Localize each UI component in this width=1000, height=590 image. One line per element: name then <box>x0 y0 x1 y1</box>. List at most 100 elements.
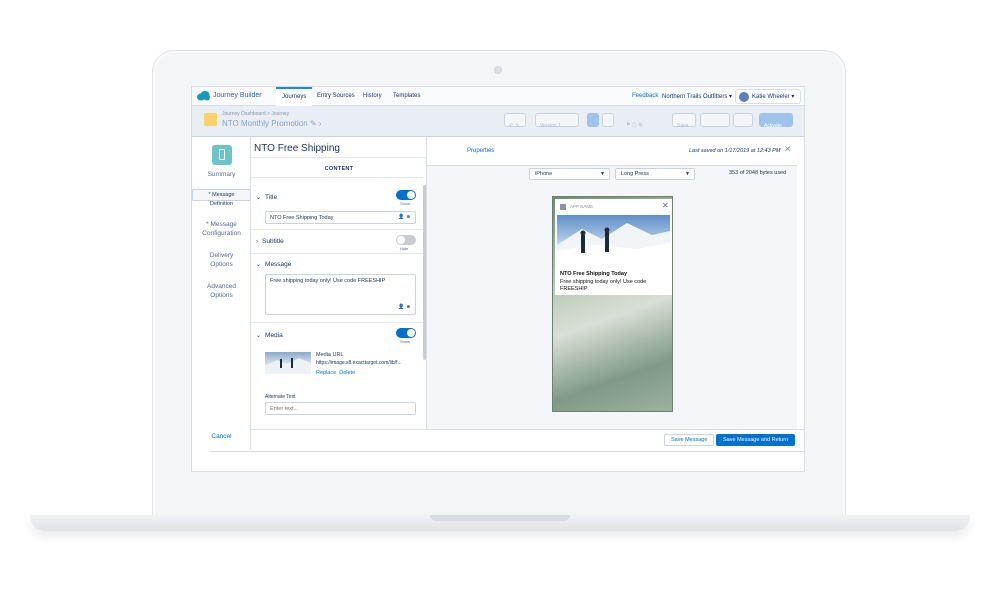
media-toggle-label: Show <box>400 339 411 344</box>
tab-history[interactable]: History <box>357 87 388 106</box>
media-url-label: Media URL <box>316 352 344 358</box>
app-icon <box>560 204 566 210</box>
subtitle-toggle-label: Hide <box>400 246 409 251</box>
notification-title: NTO Free Shipping Today <box>560 271 628 277</box>
breadcrumb[interactable]: Journey Dashboard > Journey <box>222 111 289 117</box>
title-label: Title <box>265 194 278 201</box>
title-input[interactable]: NTO Free Shipping Today 👤 ☻ <box>265 211 416 224</box>
chevron-right-icon[interactable]: › <box>319 119 322 128</box>
chevron-down-icon: ▼ <box>685 171 690 177</box>
user-menu-button[interactable]: Katie Wheeler ▾ <box>735 89 801 104</box>
media-url-value: https://image.s8.exacttarget.com/lib/f..… <box>316 360 402 366</box>
laptop-stage: Journey Builder Journeys Entry Sources H… <box>0 0 1000 590</box>
preview-panel: Properties Last saved on 1/17/2019 at 12… <box>427 137 804 449</box>
pencil-icon[interactable]: ✎ <box>310 119 317 128</box>
divider <box>251 177 423 178</box>
chevron-right-icon: › <box>256 239 258 245</box>
nav-message-configuration[interactable]: * Message Configuration <box>192 220 251 238</box>
message-textarea-value: Free shipping today only! Use code FREES… <box>270 278 386 284</box>
chevron-down-icon: ▾ <box>791 94 795 100</box>
toggle-knob <box>407 329 415 337</box>
media-toggle[interactable] <box>396 328 416 338</box>
message-label: Message <box>265 261 292 268</box>
title-toggle[interactable] <box>396 190 416 200</box>
app-title: Journey Builder <box>213 92 262 99</box>
personalization-icons[interactable]: 👤 ☻ <box>398 304 411 311</box>
journey-name: NTO Monthly Promotion <box>222 119 308 128</box>
view-select[interactable]: Long Press ▼ <box>615 168 695 180</box>
activate-label: Activate <box>764 123 782 129</box>
settings-tool-button[interactable] <box>602 113 614 127</box>
org-name: Northern Trails Outfitters <box>662 94 728 100</box>
undo-button[interactable]: ↶ ↷ <box>504 113 526 129</box>
chevron-down-icon: ▼ <box>600 171 605 177</box>
title-input-value: NTO Free Shipping Today <box>270 215 334 221</box>
replace-link[interactable]: Replace <box>316 370 336 376</box>
hikers-image <box>265 358 311 374</box>
editor-footer: Save Message Save Message and Return <box>251 429 804 449</box>
tab-entry-sources[interactable]: Entry Sources <box>311 87 361 106</box>
tab-templates[interactable]: Templates <box>387 87 426 106</box>
version-select[interactable]: Version 1 <box>535 113 579 129</box>
more-button[interactable] <box>733 113 753 127</box>
title-section-header[interactable]: ⌄ Title <box>256 194 277 201</box>
view-select-value: Long Press <box>621 171 649 177</box>
divider <box>251 229 423 230</box>
alt-text-label: Alternate Text <box>265 394 296 400</box>
user-name-text: Katie Wheeler <box>752 94 790 100</box>
save-journey-button[interactable]: Save <box>672 113 696 129</box>
content-header: CONTENT <box>324 166 354 172</box>
title-toggle-label: Show <box>400 201 411 206</box>
tab-journeys[interactable]: Journeys <box>276 87 313 106</box>
wizard-nav: Summary * Message Definition * Message C… <box>192 137 251 449</box>
cancel-link[interactable]: Cancel <box>192 433 251 440</box>
user-name: Katie Wheeler ▾ <box>752 93 794 100</box>
media-actions: Replace Delete <box>316 370 355 376</box>
message-name[interactable]: NTO Free Shipping <box>254 143 340 154</box>
push-notification-card: APP NAME ✕ NTO Free Shipping Today Free … <box>555 199 672 295</box>
global-nav: Journey Builder Journeys Entry Sources H… <box>192 87 804 106</box>
toolbar-icons[interactable]: ⚑ ▢ ⚙ <box>622 113 662 128</box>
notification-body: Free shipping today only! Use code FREES… <box>560 279 647 292</box>
alt-text-input[interactable] <box>265 402 416 415</box>
org-switcher[interactable]: Northern Trails Outfitters ▾ <box>662 93 732 100</box>
personalization-icons[interactable]: 👤 ☻ <box>398 214 411 220</box>
delete-link[interactable]: Delete <box>339 370 355 376</box>
undo-icon: ↶ ↷ <box>509 123 519 129</box>
device-select[interactable]: iPhone ▼ <box>529 168 610 180</box>
canvas-tool-button[interactable] <box>587 113 599 127</box>
chevron-down-icon: ▾ <box>729 94 733 100</box>
content-editor: NTO Free Shipping ✎ CONTENT ⌄Title Show … <box>251 137 456 449</box>
nav-summary[interactable]: Summary <box>192 170 251 179</box>
editor-scrollbar[interactable] <box>423 185 426 360</box>
notification-image <box>557 215 670 267</box>
notification-app-name: APP NAME <box>570 204 594 209</box>
mobile-push-icon <box>212 145 232 165</box>
divider <box>251 253 423 254</box>
journey-header: Journey Dashboard > Journey NTO Monthly … <box>192 106 804 137</box>
tab-properties[interactable]: Properties <box>467 148 494 154</box>
message-textarea[interactable]: Free shipping today only! Use code FREES… <box>265 274 416 315</box>
save-and-return-button[interactable]: Save Message and Return <box>716 434 796 446</box>
subtitle-section-header[interactable]: › Subtitle <box>256 238 284 245</box>
camera-icon <box>494 66 502 74</box>
media-section-header[interactable]: ⌄ Media <box>256 332 283 339</box>
bytes-used: 353 of 2048 bytes used <box>729 170 787 176</box>
nav-advanced-options[interactable]: Advanced Options <box>192 282 251 300</box>
toggle-knob <box>407 191 415 199</box>
media-label: Media <box>265 332 283 339</box>
nav-message-definition[interactable]: * Message Definition <box>192 189 251 207</box>
activate-button[interactable]: Activate <box>759 113 793 129</box>
chevron-down-icon: ⌄ <box>256 262 262 268</box>
message-section-header[interactable]: ⌄ Message <box>256 261 291 268</box>
avatar <box>739 92 749 102</box>
test-button[interactable] <box>700 113 730 127</box>
chevron-down-icon: ⌄ <box>256 333 262 339</box>
toolbar-icon-group: ⚑ ▢ ⚙ <box>626 122 643 128</box>
nav-delivery-options[interactable]: Delivery Options <box>192 251 251 269</box>
save-message-button[interactable]: Save Message <box>664 434 715 446</box>
subtitle-toggle[interactable] <box>396 235 416 245</box>
close-icon[interactable]: ✕ <box>784 144 792 155</box>
save-journey-label: Save <box>677 123 689 129</box>
feedback-link[interactable]: Feedback <box>632 93 658 99</box>
